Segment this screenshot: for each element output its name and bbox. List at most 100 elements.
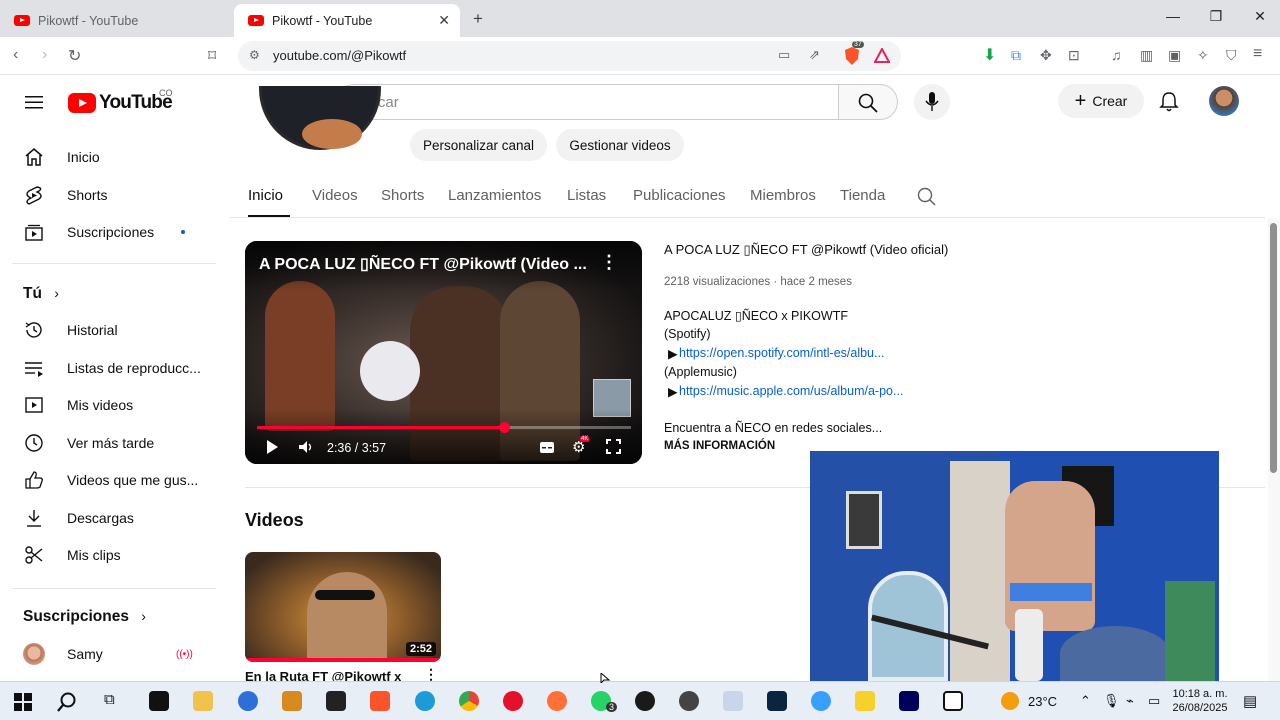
wallet-icon[interactable]: ▣ xyxy=(1168,47,1181,64)
close-window-button[interactable]: ✕ xyxy=(1240,8,1280,25)
sidebar-item-suscripciones[interactable]: Suscripciones xyxy=(0,213,216,251)
channel-search-icon[interactable] xyxy=(917,187,936,206)
leo-ai-icon[interactable]: ✧ xyxy=(1197,47,1209,64)
video-options-icon[interactable]: ⋮ xyxy=(424,666,438,681)
notifications-icon[interactable]: ▤ xyxy=(1243,692,1257,710)
tab-inicio[interactable]: Inicio xyxy=(248,187,283,204)
picture-in-picture-video[interactable] xyxy=(810,451,1219,681)
microphone-tray-icon[interactable]: 🎙 xyxy=(1103,693,1120,709)
extensions-icon[interactable]: ✥ xyxy=(1040,47,1052,64)
display-icon[interactable]: ▭ xyxy=(1148,693,1160,709)
address-bar[interactable]: ⚙ youtube.com/@Pikowtf ▭ ⇗ 37 xyxy=(238,41,901,71)
sidebar-item-historial[interactable]: Historial xyxy=(0,311,216,349)
taskbar-search-icon[interactable] xyxy=(57,692,77,712)
sidebar-section-you[interactable]: Tú › xyxy=(23,285,59,303)
captions-icon[interactable] xyxy=(539,441,555,454)
tab-listas[interactable]: Listas xyxy=(567,187,606,204)
audition-icon[interactable] xyxy=(899,691,919,711)
browser-tab-active[interactable]: Pikowtf - YouTube ✕ xyxy=(234,4,460,37)
windows-start-icon[interactable] xyxy=(14,693,32,711)
menu-icon[interactable]: ≡ xyxy=(1253,45,1262,63)
bookmark-icon[interactable]: ⌑ xyxy=(208,46,216,66)
sidebar-item-descargas[interactable]: Descargas xyxy=(0,499,216,537)
featured-video-player[interactable]: A POCA LUZ ▯ÑECO FT @Pikowtf (Video ... … xyxy=(245,241,642,464)
progress-scrubber[interactable] xyxy=(498,422,510,433)
search-input[interactable]: Buscar xyxy=(336,84,839,120)
system-clock[interactable]: 10:18 a. m. 26/08/2025 xyxy=(1166,687,1234,715)
player-title[interactable]: A POCA LUZ ▯ÑECO FT @Pikowtf (Video ... xyxy=(259,254,587,274)
spotify-link[interactable]: https://open.spotify.com/intl-es/albu... xyxy=(679,346,884,360)
sidebar-item-mis-clips[interactable]: Mis clips xyxy=(0,536,216,574)
subscription-item-samy[interactable]: Samy ((•)) xyxy=(0,635,216,673)
tab-videos[interactable]: Videos xyxy=(312,187,358,204)
sticky-notes-icon[interactable] xyxy=(855,691,875,711)
app-icon[interactable] xyxy=(238,691,258,711)
youtube-logo[interactable]: YouTube xyxy=(68,92,173,114)
tab-tienda[interactable]: Tienda xyxy=(840,187,885,204)
create-button[interactable]: + Crear xyxy=(1058,84,1144,118)
site-info-icon[interactable]: ⚙ xyxy=(249,48,260,62)
fullscreen-icon[interactable] xyxy=(606,439,621,454)
featured-title[interactable]: A POCA LUZ ▯ÑECO FT @Pikowtf (Video ofic… xyxy=(664,242,948,258)
firefox-browser-icon[interactable] xyxy=(547,691,567,711)
back-icon[interactable]: ‹ xyxy=(13,46,18,64)
sidebar-item-inicio[interactable]: Inicio xyxy=(0,138,216,176)
app-icon[interactable] xyxy=(635,691,655,711)
translate-icon[interactable]: ⧉ xyxy=(1011,47,1021,64)
brave-browser-icon[interactable] xyxy=(370,691,390,711)
app-icon[interactable] xyxy=(326,691,346,711)
close-tab-icon[interactable]: ✕ xyxy=(438,12,450,29)
edge-browser-icon[interactable] xyxy=(415,691,435,711)
videos-section-heading[interactable]: Videos xyxy=(245,510,304,531)
app-icon[interactable] xyxy=(679,691,699,711)
progress-track[interactable] xyxy=(257,426,631,429)
network-icon[interactable]: ⌁ xyxy=(1126,693,1134,709)
screenshot-icon[interactable]: ⊡ xyxy=(1068,47,1080,64)
weather-icon[interactable] xyxy=(1001,692,1019,710)
share-icon[interactable]: ⇗ xyxy=(809,47,820,63)
tiktok-app-icon[interactable] xyxy=(149,691,169,711)
scrollbar-track[interactable] xyxy=(1268,218,1280,681)
opera-browser-icon[interactable] xyxy=(503,691,523,711)
channel-avatar-large[interactable] xyxy=(259,86,381,154)
scrollbar-thumb[interactable] xyxy=(1270,223,1277,473)
play-icon[interactable] xyxy=(265,439,279,455)
sidebar-item-ver-mas-tarde[interactable]: Ver más tarde xyxy=(0,424,216,462)
user-avatar[interactable] xyxy=(1209,86,1239,116)
voice-search-button[interactable] xyxy=(914,84,950,120)
manage-videos-button[interactable]: Gestionar videos xyxy=(556,129,684,161)
app-icon[interactable] xyxy=(811,691,831,711)
vpn-icon[interactable]: ⛉ xyxy=(1226,47,1237,64)
download-extension-icon[interactable]: ⬇ xyxy=(983,45,996,65)
app-icon[interactable] xyxy=(282,691,302,711)
tab-lanzamientos[interactable]: Lanzamientos xyxy=(448,187,541,204)
hamburger-menu-icon[interactable] xyxy=(24,94,44,110)
brave-rewards-icon[interactable] xyxy=(874,48,890,63)
minimize-button[interactable]: — xyxy=(1153,8,1193,24)
weather-temp[interactable]: 23°C xyxy=(1028,694,1057,709)
video-thumbnail[interactable]: 2:52 xyxy=(245,552,441,662)
media-icon[interactable]: ♫ xyxy=(1111,47,1122,63)
volume-icon[interactable] xyxy=(298,440,314,454)
restore-button[interactable]: ❐ xyxy=(1196,8,1236,25)
search-button[interactable] xyxy=(838,84,898,120)
tab-miembros[interactable]: Miembros xyxy=(750,187,816,204)
sidebar-section-subscriptions[interactable]: Suscripciones › xyxy=(23,608,146,626)
tab-shorts[interactable]: Shorts xyxy=(381,187,424,204)
chrome-browser-icon[interactable] xyxy=(459,691,479,711)
sidebar-item-shorts[interactable]: Shorts xyxy=(0,176,216,214)
new-tab-button[interactable]: + xyxy=(473,9,483,29)
sidebar-toggle-icon[interactable]: ▥ xyxy=(1140,47,1153,64)
task-view-icon[interactable]: ⧉ xyxy=(104,691,115,708)
reload-icon[interactable]: ↻ xyxy=(68,46,81,66)
brave-shield-icon[interactable] xyxy=(843,46,861,66)
app-icon[interactable] xyxy=(767,691,787,711)
audio-app-icon[interactable] xyxy=(943,691,963,711)
video-title[interactable]: En la Ruta FT @Pikowtf x xyxy=(245,669,401,681)
sidebar-item-mis-videos[interactable]: Mis videos xyxy=(0,386,216,424)
file-explorer-icon[interactable] xyxy=(193,691,213,711)
customize-channel-button[interactable]: Personalizar canal xyxy=(410,129,547,161)
tab-publicaciones[interactable]: Publicaciones xyxy=(633,187,726,204)
more-options-icon[interactable]: ⋮ xyxy=(600,252,618,273)
sidebar-item-liked-videos[interactable]: Videos que me gus... xyxy=(0,461,216,499)
